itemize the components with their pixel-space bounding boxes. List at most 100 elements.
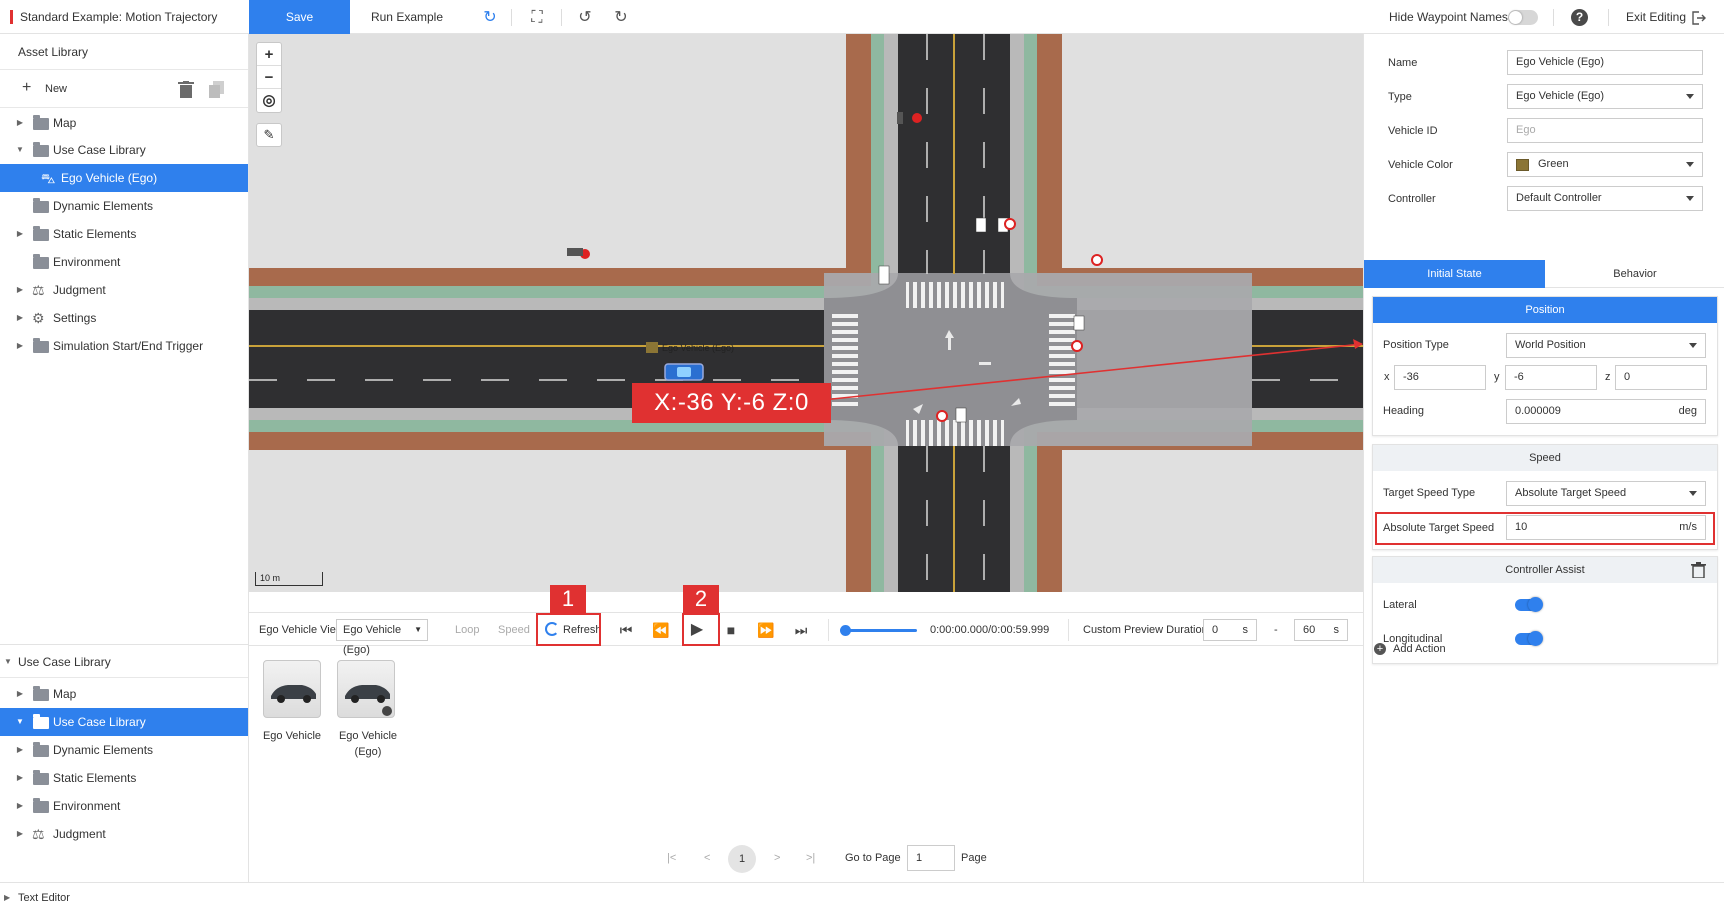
tree-item-judgment[interactable]: ▶ ⚖ Judgment (0, 820, 248, 848)
skip-end-icon[interactable]: ⏭ (790, 620, 812, 640)
page-number[interactable]: 1 (728, 845, 756, 873)
duration-start-input[interactable]: 0 s (1203, 619, 1257, 641)
tree-item-environment[interactable]: ▶ Environment (0, 792, 248, 820)
tree-item-use-case-library[interactable]: ▼ Use Case Library (0, 708, 248, 736)
tab-behavior[interactable]: Behavior (1545, 260, 1724, 288)
chevron-right-icon[interactable]: ▶ (16, 332, 24, 350)
prev-page-icon[interactable]: < (704, 845, 710, 871)
save-button[interactable]: Save (249, 0, 350, 34)
x-input[interactable]: -36 (1394, 365, 1486, 390)
goto-page-input[interactable]: 1 (907, 845, 955, 871)
tree-item-dynamic-elements[interactable]: ▶ Dynamic Elements (0, 736, 248, 764)
color-swatch (1516, 159, 1529, 171)
duration-end-input[interactable]: 60 s (1294, 619, 1348, 641)
heading-unit: deg (1678, 405, 1697, 417)
tree-item-label: Map (53, 116, 77, 130)
name-input[interactable]: Ego Vehicle (Ego) (1507, 50, 1703, 75)
view-select[interactable]: Ego Vehicle (Ego) ▼ (336, 619, 428, 656)
tree-item-settings[interactable]: ▶ ⚙ Settings (0, 304, 248, 332)
folder-icon (33, 798, 49, 813)
run-example-button[interactable]: Run Example (362, 0, 452, 34)
tree-item-use-case-library[interactable]: ▼ Use Case Library (0, 136, 248, 164)
add-action-button[interactable]: Add Action (1393, 637, 1446, 661)
tree-item-simulation-trigger[interactable]: ▶ Simulation Start/End Trigger (0, 332, 248, 360)
chevron-right-icon[interactable]: ▶ (16, 820, 24, 838)
chevron-down-icon (1686, 196, 1694, 201)
tree-item-dynamic-elements[interactable]: Dynamic Elements (0, 192, 248, 220)
toolbar-divider (1553, 9, 1554, 26)
gear-icon: ⚙ (32, 310, 45, 326)
asset-card-ego-vehicle-ego[interactable] (337, 660, 395, 718)
chevron-right-icon[interactable]: ▶ (16, 304, 24, 322)
z-label: z (1605, 371, 1611, 383)
ruler-icon[interactable]: ✎ (256, 123, 282, 147)
trash-icon[interactable] (178, 81, 194, 98)
chevron-down-icon[interactable]: ▼ (16, 708, 24, 726)
folder-icon (33, 226, 49, 241)
controller-select[interactable]: Default Controller (1507, 186, 1703, 211)
reset-view-icon[interactable]: ↻ (479, 7, 501, 29)
tree-item-map[interactable]: ▶ Map (0, 680, 248, 708)
help-icon[interactable]: ? (1571, 9, 1588, 26)
text-editor-bar[interactable]: ▶ Text Editor (0, 882, 1724, 912)
use-case-library-title[interactable]: ▼ Use Case Library (0, 644, 248, 678)
timeline-handle[interactable] (840, 625, 851, 636)
chevron-right-icon[interactable]: ▶ (16, 764, 24, 782)
map-canvas[interactable]: Ego Vehicle (Ego) + − ◎ ✎ X:-36 Y:-6 Z:0… (249, 34, 1363, 592)
controller-select-value: Default Controller (1516, 192, 1602, 204)
plus-icon[interactable]: + (22, 79, 31, 97)
tree-item-environment[interactable]: Environment (0, 248, 248, 276)
loop-toggle[interactable]: Loop (455, 613, 479, 647)
chevron-down-icon[interactable]: ▼ (16, 136, 24, 154)
duration-end-unit: s (1333, 624, 1340, 636)
asset-library-title: Asset Library (0, 34, 248, 70)
tree-item-static-elements[interactable]: ▶ Static Elements (0, 764, 248, 792)
asset-card-ego-vehicle[interactable] (263, 660, 321, 718)
hide-waypoint-names-toggle[interactable] (1508, 10, 1538, 25)
heading-input[interactable]: 0.000009 deg (1506, 399, 1706, 424)
target-icon[interactable]: ◎ (257, 89, 281, 112)
chevron-right-icon[interactable]: ▶ (4, 883, 10, 912)
tree-item-static-elements[interactable]: ▶ Static Elements (0, 220, 248, 248)
first-page-icon[interactable]: |< (667, 845, 676, 871)
chevron-right-icon[interactable]: ▶ (16, 276, 24, 294)
copy-icon[interactable] (209, 81, 225, 98)
new-button[interactable]: New (45, 70, 67, 108)
chevron-right-icon[interactable]: ▶ (16, 736, 24, 754)
last-page-icon[interactable]: >| (806, 845, 815, 871)
skip-start-icon[interactable]: ⏮ (615, 620, 637, 640)
speed-control[interactable]: Speed (498, 613, 530, 647)
tree-item-ego-vehicle[interactable]: ⛍ Ego Vehicle (Ego) (0, 164, 248, 192)
tree-item-judgment[interactable]: ▶ ⚖ Judgment (0, 276, 248, 304)
chevron-down-icon[interactable]: ▼ (4, 645, 12, 679)
exit-icon[interactable] (1690, 10, 1706, 26)
z-input[interactable]: 0 (1615, 365, 1707, 390)
lateral-toggle[interactable] (1515, 597, 1543, 612)
tab-initial-state[interactable]: Initial State (1364, 260, 1545, 288)
step-back-icon[interactable]: ⏪ (650, 620, 672, 640)
stop-icon[interactable]: ■ (720, 620, 742, 640)
target-speed-type-select[interactable]: Absolute Target Speed (1506, 481, 1706, 506)
chevron-right-icon[interactable]: ▶ (16, 792, 24, 810)
exit-editing-button[interactable]: Exit Editing (1626, 0, 1686, 34)
y-input[interactable]: -6 (1505, 365, 1597, 390)
next-page-icon[interactable]: > (774, 845, 780, 871)
vehicle-id-input[interactable]: Ego (1507, 118, 1703, 143)
longitudinal-toggle[interactable] (1515, 631, 1543, 646)
add-circle-icon[interactable]: + (1374, 643, 1386, 655)
chevron-right-icon[interactable]: ▶ (16, 109, 24, 127)
fit-screen-icon[interactable]: ⛶ (526, 7, 548, 29)
position-type-select[interactable]: World Position (1506, 333, 1706, 358)
type-select[interactable]: Ego Vehicle (Ego) (1507, 84, 1703, 109)
chevron-right-icon[interactable]: ▶ (16, 680, 24, 698)
redo-icon[interactable]: ↻ (610, 7, 632, 29)
vehicle-color-select[interactable]: Green (1507, 152, 1703, 177)
zoom-in-button[interactable]: + (257, 43, 281, 66)
trash-icon[interactable] (1691, 562, 1706, 578)
timeline-track[interactable] (843, 629, 917, 632)
undo-icon[interactable]: ↺ (574, 7, 596, 29)
step-forward-icon[interactable]: ⏩ (755, 620, 777, 640)
zoom-out-button[interactable]: − (257, 66, 281, 89)
chevron-right-icon[interactable]: ▶ (16, 220, 24, 238)
tree-item-map[interactable]: ▶ Map (0, 109, 248, 137)
